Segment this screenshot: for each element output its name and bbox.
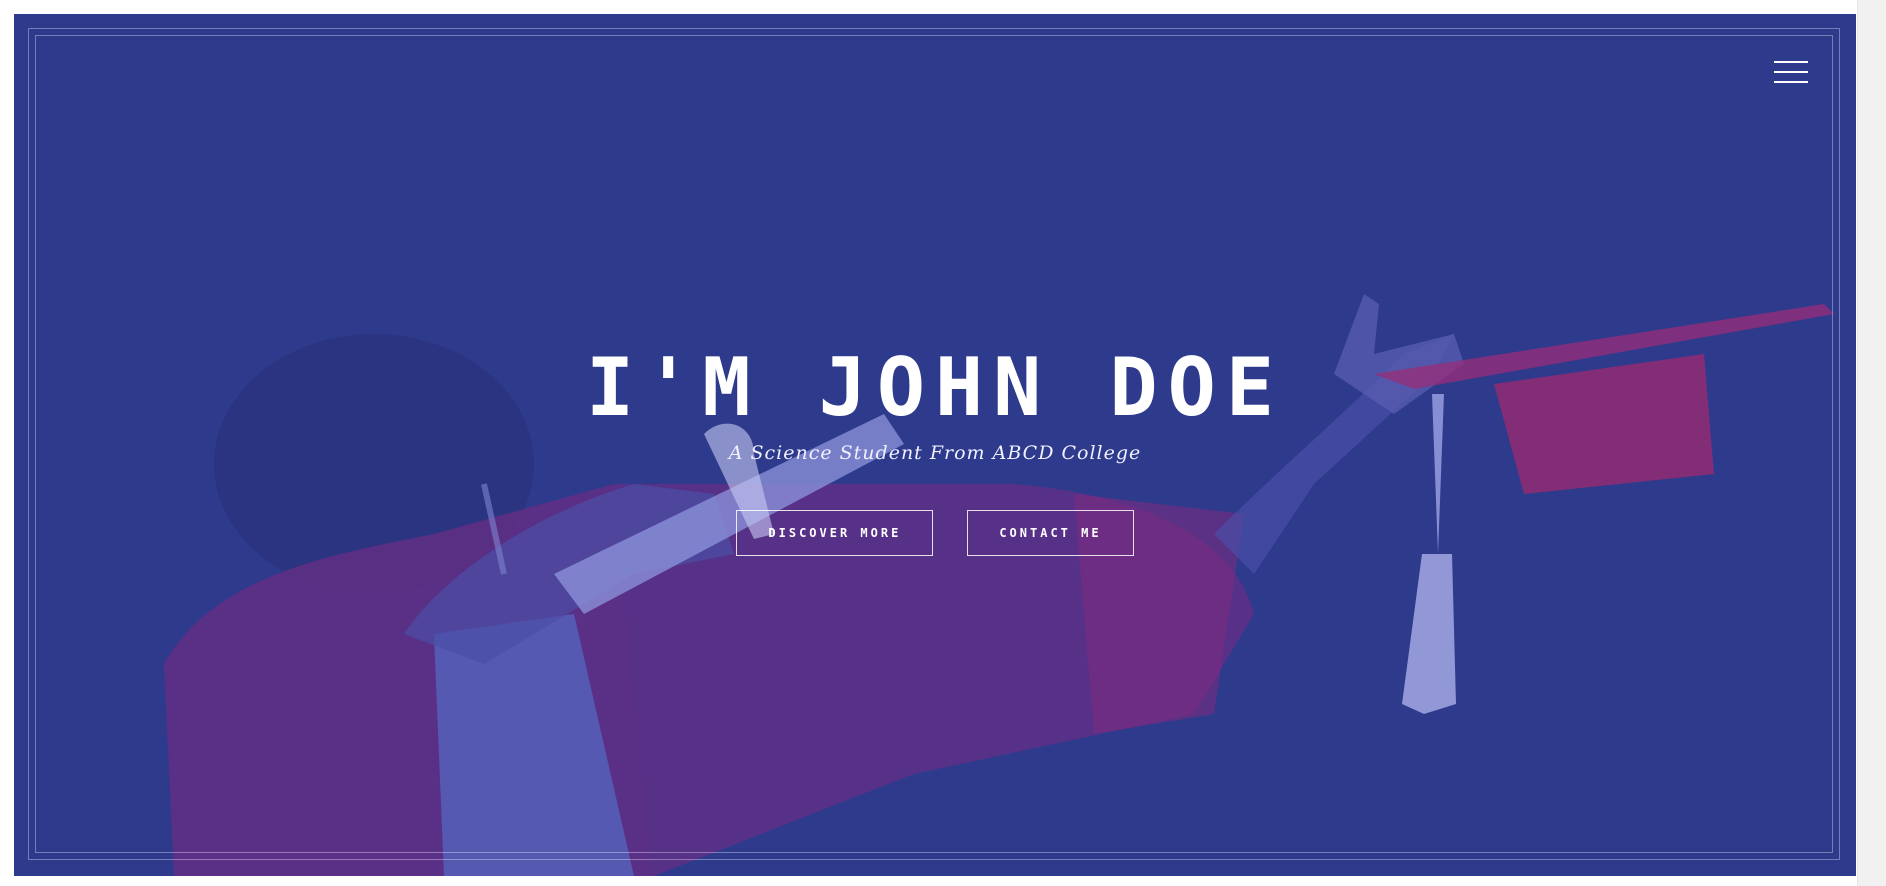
vertical-scrollbar[interactable] bbox=[1857, 0, 1886, 886]
menu-bar-middle bbox=[1774, 71, 1808, 73]
page: I'M JOHN DOE A Science Student From ABCD… bbox=[0, 0, 1886, 886]
hero-subtitle: A Science Student From ABCD College bbox=[728, 442, 1142, 464]
hero-buttons: DISCOVER MORE CONTACT ME bbox=[14, 510, 1856, 556]
hamburger-menu-icon[interactable] bbox=[1772, 58, 1810, 86]
hero-section: I'M JOHN DOE A Science Student From ABCD… bbox=[14, 14, 1856, 876]
menu-bar-bottom bbox=[1774, 81, 1808, 83]
hero-content: I'M JOHN DOE A Science Student From ABCD… bbox=[14, 342, 1856, 556]
hero-title: I'M JOHN DOE bbox=[586, 341, 1284, 434]
contact-me-button[interactable]: CONTACT ME bbox=[967, 510, 1134, 556]
menu-bar-top bbox=[1774, 61, 1808, 63]
discover-more-button[interactable]: DISCOVER MORE bbox=[736, 510, 934, 556]
